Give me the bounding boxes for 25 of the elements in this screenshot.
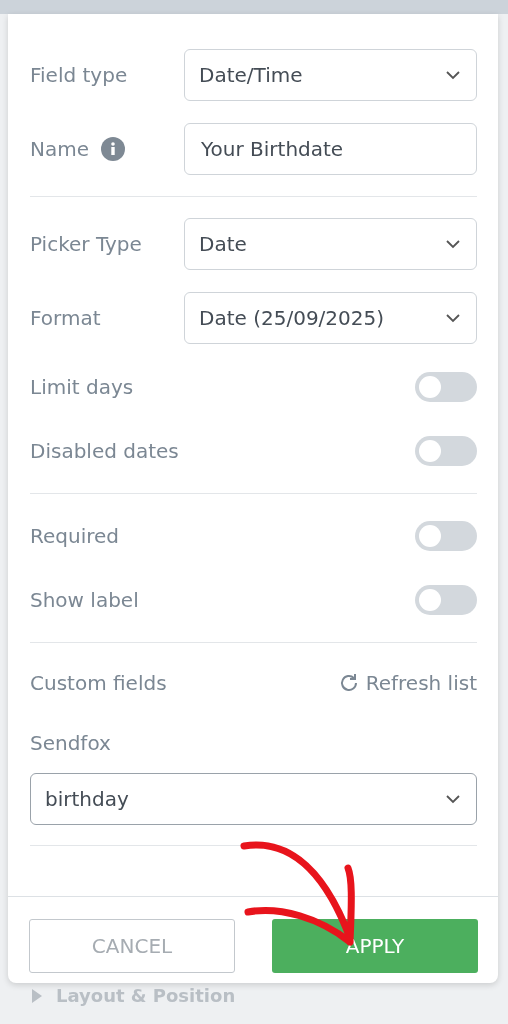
toggle-switch[interactable] <box>415 585 477 615</box>
field-label: Picker Type <box>30 232 142 256</box>
select-dropdown[interactable]: Date <box>184 218 477 270</box>
field-label: Required <box>30 524 119 548</box>
toggle-switch[interactable] <box>415 521 477 551</box>
field-label: Disabled dates <box>30 439 179 463</box>
toggle-switch[interactable] <box>415 372 477 402</box>
refresh-link[interactable]: Refresh list <box>337 671 477 695</box>
field-label: Show label <box>30 588 139 612</box>
chevron-down-icon <box>446 313 460 323</box>
select-dropdown[interactable]: birthday <box>30 773 477 825</box>
field-label: Field type <box>30 63 128 87</box>
select-dropdown[interactable]: Date (25/09/2025) <box>184 292 477 344</box>
field-label: Sendfox <box>30 731 111 755</box>
field-label: Name <box>30 137 89 161</box>
field-label: Limit days <box>30 375 134 399</box>
name-input[interactable]: Your Birthdate <box>184 123 477 175</box>
chevron-down-icon <box>446 70 460 80</box>
chevron-down-icon <box>446 794 460 804</box>
caret-right-icon <box>32 988 42 1003</box>
field-label: Format <box>30 306 101 330</box>
toggle-switch[interactable] <box>415 436 477 466</box>
section-label: Custom fields <box>30 671 167 695</box>
select-dropdown[interactable]: Date/Time <box>184 49 477 101</box>
chevron-down-icon <box>446 239 460 249</box>
